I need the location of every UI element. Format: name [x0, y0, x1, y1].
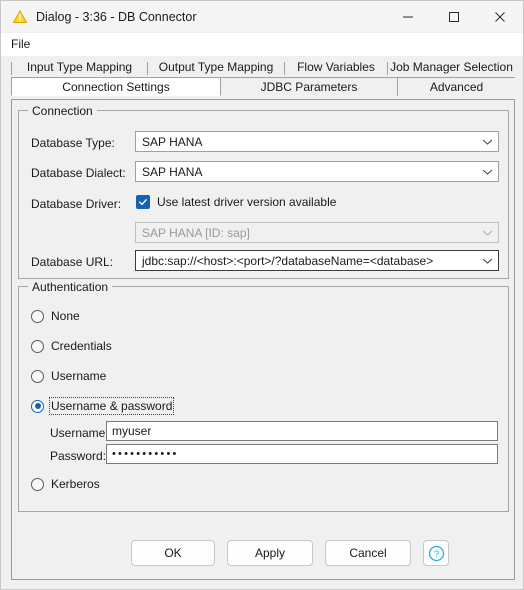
- tab-job-manager-selection[interactable]: Job Manager Selection: [387, 62, 515, 75]
- tab-input-type-mapping[interactable]: Input Type Mapping: [11, 62, 148, 75]
- tab-label: JDBC Parameters: [260, 80, 358, 94]
- radio-username-password[interactable]: [31, 399, 44, 413]
- tab-advanced[interactable]: Advanced: [397, 77, 515, 96]
- username-value: myuser: [112, 424, 152, 438]
- chevron-down-icon: [476, 138, 498, 146]
- tab-row-top: Input Type Mapping Output Type Mapping F…: [11, 62, 515, 75]
- auth-option-username-label: Username: [51, 369, 107, 383]
- ok-button[interactable]: OK: [131, 540, 215, 566]
- connection-group-title: Connection: [28, 104, 97, 118]
- svg-text:?: ?: [433, 549, 438, 560]
- help-icon: ?: [428, 545, 444, 561]
- tab-label: Connection Settings: [62, 79, 170, 94]
- tab-label: Output Type Mapping: [158, 62, 274, 74]
- use-latest-driver-label: Use latest driver version available: [157, 195, 337, 209]
- username-label: Username:: [50, 426, 109, 440]
- database-driver-label: Database Driver:: [31, 197, 122, 211]
- auth-option-credentials[interactable]: Credentials: [31, 339, 112, 353]
- authentication-group-title: Authentication: [28, 280, 113, 294]
- cancel-button[interactable]: Cancel: [325, 540, 411, 566]
- password-label: Password:: [50, 449, 107, 463]
- tab-connection-settings[interactable]: Connection Settings: [11, 77, 221, 96]
- title-bar: Dialog - 3:36 - DB Connector: [1, 1, 523, 33]
- database-url-combo[interactable]: jdbc:sap://<host>:<port>/?databaseName=<…: [135, 250, 499, 271]
- auth-option-username-password[interactable]: Username & password: [31, 397, 175, 415]
- tab-label: Job Manager Selection: [390, 62, 513, 74]
- username-input[interactable]: myuser: [106, 421, 498, 441]
- password-value: •••••••••••: [112, 448, 179, 460]
- help-button[interactable]: ?: [423, 540, 449, 566]
- auth-option-username-password-label: Username & password: [48, 397, 175, 415]
- database-type-value: SAP HANA: [142, 134, 203, 149]
- tab-label: Advanced: [429, 80, 484, 94]
- password-input[interactable]: •••••••••••: [106, 444, 498, 464]
- window-title: Dialog - 3:36 - DB Connector: [36, 9, 197, 24]
- tab-panel-connection-settings: Connection Database Type: SAP HANA Datab…: [11, 99, 515, 580]
- auth-option-username[interactable]: Username: [31, 369, 106, 383]
- close-button[interactable]: [477, 1, 523, 32]
- authentication-group: Authentication None Credentials Username…: [18, 280, 509, 512]
- tab-label: Flow Variables: [297, 62, 375, 74]
- dialog-window: Dialog - 3:36 - DB Connector File Input …: [0, 0, 524, 590]
- radio-credentials[interactable]: [31, 339, 44, 353]
- database-type-combo[interactable]: SAP HANA: [135, 131, 499, 152]
- database-driver-value: SAP HANA [ID: sap]: [142, 225, 250, 240]
- use-latest-driver-checkbox-row[interactable]: Use latest driver version available: [136, 195, 336, 209]
- knime-triangle-icon: [12, 9, 28, 25]
- use-latest-driver-checkbox[interactable]: [136, 195, 150, 209]
- database-type-label: Database Type:: [31, 136, 115, 150]
- menu-bar: File: [1, 33, 523, 56]
- chevron-down-icon: [476, 229, 498, 237]
- database-driver-combo[interactable]: SAP HANA [ID: sap]: [135, 222, 499, 243]
- dialog-content: Input Type Mapping Output Type Mapping F…: [1, 56, 523, 589]
- radio-none[interactable]: [31, 309, 44, 323]
- radio-kerberos[interactable]: [31, 477, 44, 491]
- minimize-button[interactable]: [385, 1, 431, 32]
- maximize-button[interactable]: [431, 1, 477, 32]
- connection-group: Connection Database Type: SAP HANA Datab…: [18, 104, 509, 279]
- auth-option-none-label: None: [51, 309, 80, 323]
- database-dialect-value: SAP HANA: [142, 164, 203, 179]
- database-dialect-label: Database Dialect:: [31, 166, 126, 180]
- chevron-down-icon: [476, 168, 498, 176]
- apply-button[interactable]: Apply: [227, 540, 313, 566]
- chevron-down-icon: [476, 257, 498, 265]
- database-url-label: Database URL:: [31, 255, 114, 269]
- radio-username[interactable]: [31, 369, 44, 383]
- tab-strip: Input Type Mapping Output Type Mapping F…: [11, 62, 515, 100]
- tab-jdbc-parameters[interactable]: JDBC Parameters: [220, 77, 398, 96]
- auth-option-kerberos[interactable]: Kerberos: [31, 477, 100, 491]
- dialog-button-bar: OK Apply Cancel ?: [1, 527, 523, 589]
- tab-row-bottom: Connection Settings JDBC Parameters Adva…: [11, 77, 515, 96]
- menu-item-file[interactable]: File: [1, 35, 38, 53]
- tab-label: Input Type Mapping: [26, 62, 133, 74]
- tab-flow-variables[interactable]: Flow Variables: [284, 62, 388, 75]
- database-url-value: jdbc:sap://<host>:<port>/?databaseName=<…: [142, 253, 434, 268]
- auth-option-kerberos-label: Kerberos: [51, 477, 100, 491]
- auth-option-credentials-label: Credentials: [51, 339, 112, 353]
- database-dialect-combo[interactable]: SAP HANA: [135, 161, 499, 182]
- tab-output-type-mapping[interactable]: Output Type Mapping: [147, 62, 285, 75]
- auth-option-none[interactable]: None: [31, 309, 80, 323]
